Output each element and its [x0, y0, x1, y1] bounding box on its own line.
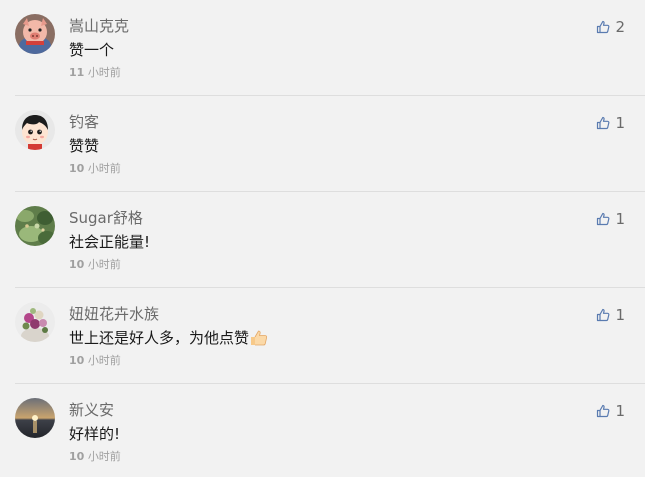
comment-time-unit: 小时前 [87, 258, 121, 271]
comment-time-unit: 小时前 [87, 354, 121, 367]
comment-time-number: 10 [69, 450, 85, 463]
comment-text: 赞赞 [69, 135, 99, 157]
comment-item: 嵩山克克 赞一个 11 小时前 2 [0, 0, 645, 96]
comment-text-content: 好样的! [69, 425, 121, 443]
comment-time-number: 10 [69, 162, 85, 175]
like-button[interactable]: 1 [596, 400, 625, 422]
like-count: 1 [615, 114, 625, 132]
comment-time-number: 11 [69, 66, 85, 79]
comment-item: Sugar舒格 社会正能量! 10 小时前 1 [0, 192, 645, 288]
like-button[interactable]: 1 [596, 304, 625, 326]
comment-text-content: 世上还是好人多，为他点赞 [69, 329, 250, 347]
comment-text: 社会正能量! [69, 231, 150, 253]
thumbs-up-emoji-icon [250, 330, 268, 352]
like-count: 1 [615, 306, 625, 324]
comment-text-content: 社会正能量! [69, 233, 151, 251]
comment-time: 10 小时前 [69, 161, 121, 177]
comment-time: 10 小时前 [69, 257, 121, 273]
green-plant-avatar-icon[interactable] [15, 206, 55, 246]
comment-time-number: 10 [69, 258, 85, 271]
comment-item: 妞妞花卉水族 世上还是好人多，为他点赞 10 小时前 1 [0, 288, 645, 384]
comment-text: 赞一个 [69, 39, 114, 61]
thumbs-up-icon [597, 308, 610, 322]
like-count: 2 [615, 18, 625, 36]
comment-time-number: 10 [69, 354, 85, 367]
like-button[interactable]: 1 [596, 112, 625, 134]
comment-list: 嵩山克克 赞一个 11 小时前 2 钓客 赞赞 10 小时前 1 Sugar舒格… [0, 0, 645, 477]
comment-text: 世上还是好人多，为他点赞 [69, 327, 268, 352]
cartoon-boy-avatar-icon[interactable] [15, 110, 55, 150]
comment-author[interactable]: Sugar舒格 [69, 207, 143, 229]
like-button[interactable]: 2 [596, 16, 625, 38]
like-count: 1 [615, 210, 625, 228]
comment-author[interactable]: 钓客 [69, 111, 99, 133]
like-button[interactable]: 1 [596, 208, 625, 230]
comment-time: 10 小时前 [69, 449, 121, 465]
pig-doll-avatar-icon[interactable] [15, 14, 55, 54]
comment-text: 好样的! [69, 423, 120, 445]
comment-author[interactable]: 妞妞花卉水族 [69, 303, 159, 325]
comment-time-unit: 小时前 [87, 66, 121, 79]
comment-item: 新义安 好样的! 10 小时前 1 [0, 384, 645, 477]
thumbs-up-icon [597, 404, 610, 418]
comment-author[interactable]: 嵩山克克 [69, 15, 129, 37]
sunset-sea-avatar-icon[interactable] [15, 398, 55, 438]
thumbs-up-icon [597, 20, 610, 34]
comment-time-unit: 小时前 [87, 450, 121, 463]
thumbs-up-icon [597, 116, 610, 130]
flower-bouquet-avatar-icon[interactable] [15, 302, 55, 342]
comment-time: 11 小时前 [69, 65, 121, 81]
comment-author[interactable]: 新义安 [69, 399, 114, 421]
comment-time-unit: 小时前 [87, 162, 121, 175]
comment-text-content: 赞一个 [69, 41, 115, 59]
comment-time: 10 小时前 [69, 353, 121, 369]
comment-item: 钓客 赞赞 10 小时前 1 [0, 96, 645, 192]
comment-text-content: 赞赞 [69, 137, 100, 155]
like-count: 1 [615, 402, 625, 420]
thumbs-up-icon [597, 212, 610, 226]
